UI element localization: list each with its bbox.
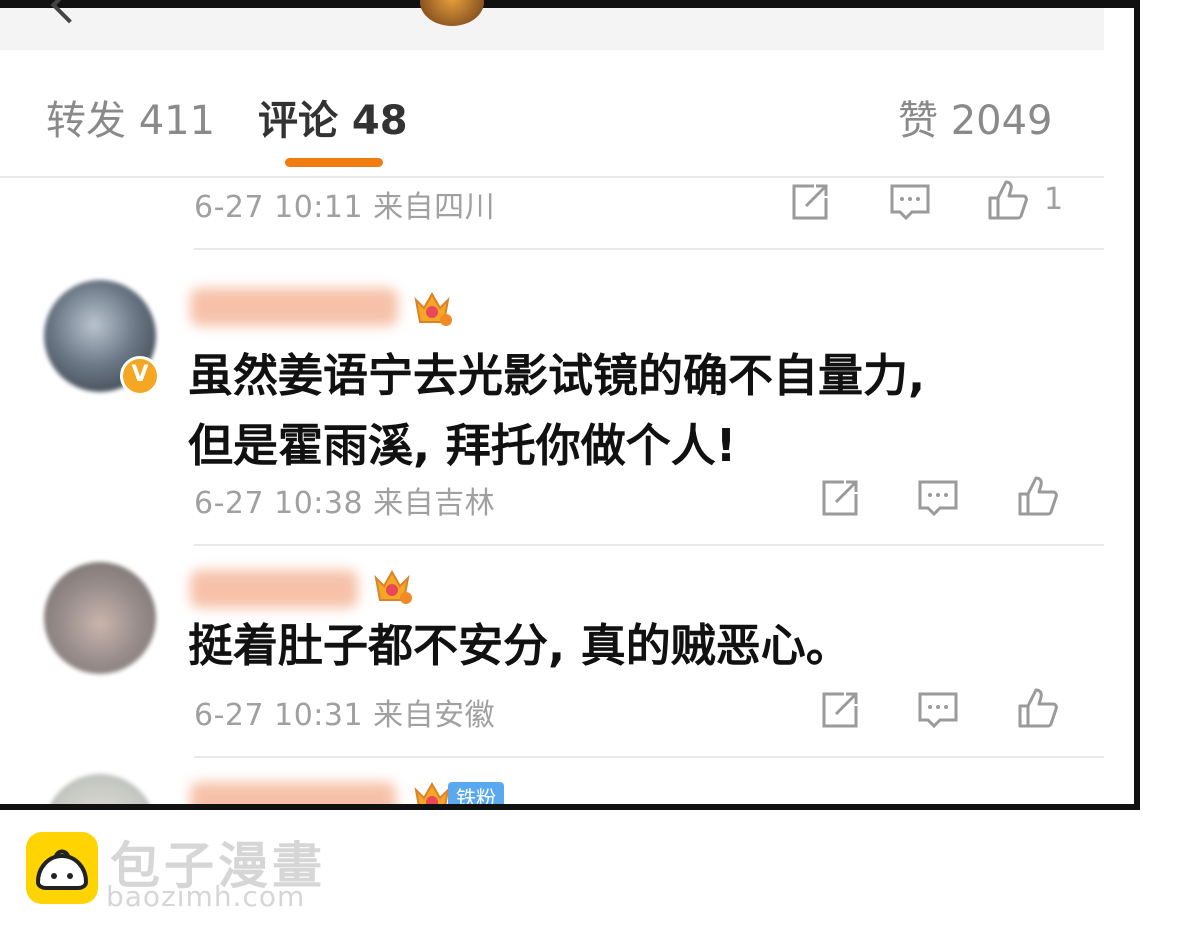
like-icon[interactable] [1016,474,1060,518]
like-icon[interactable] [986,178,1030,222]
comment-meta: 6-27 10:38 来自吉林 [194,486,496,521]
comment-icon[interactable] [888,180,932,224]
baozi-logo-icon [26,832,98,904]
crown-icon [370,564,414,608]
fan-badge: 铁粉 [448,782,504,804]
comment-text: 挺着肚子都不安分, 真的贼恶心。 [188,619,851,672]
comment-meta: 6-27 10:31 来自安徽 [194,698,496,733]
tab-divider [0,176,1104,178]
comment-icon[interactable] [916,476,960,520]
comment-divider [194,248,1104,250]
repost-icon[interactable] [818,688,862,732]
like-icon[interactable] [1016,686,1060,730]
repost-icon[interactable] [788,180,832,224]
comment-meta: 6-27 10:11 来自四川 [194,190,496,225]
tab-repost[interactable]: 转发 411 [46,88,215,146]
avatar[interactable] [44,774,156,804]
tab-comment[interactable]: 评论 48 [258,88,408,146]
header-avatar [420,0,484,26]
comic-panel: 转发 411 评论 48 赞 2049 6-27 10:11 来自四川 1 V … [0,0,1140,810]
tab-like[interactable]: 赞 2049 [898,88,1053,146]
username-blurred[interactable] [190,570,358,608]
verified-icon: V [120,356,160,396]
panel-border-top [0,0,1134,8]
like-count: 1 [1044,182,1064,217]
watermark-url: baozimh.com [106,880,306,913]
comment-divider [194,544,1104,546]
comment-divider [194,756,1104,758]
comment-text: 但是霍雨溪, 拜托你做个人! [188,419,737,472]
comment-icon[interactable] [916,688,960,732]
back-arrow-icon[interactable] [50,0,88,24]
repost-icon[interactable] [818,476,862,520]
panel-gutter [1104,8,1134,804]
header-bar [0,0,1104,50]
avatar[interactable] [44,562,156,674]
username-blurred[interactable] [190,782,396,804]
crown-icon [410,286,454,330]
comment-text: 虽然姜语宁去光影试镜的确不自量力, [188,349,926,402]
active-tab-indicator [285,158,383,167]
username-blurred[interactable] [190,288,398,326]
